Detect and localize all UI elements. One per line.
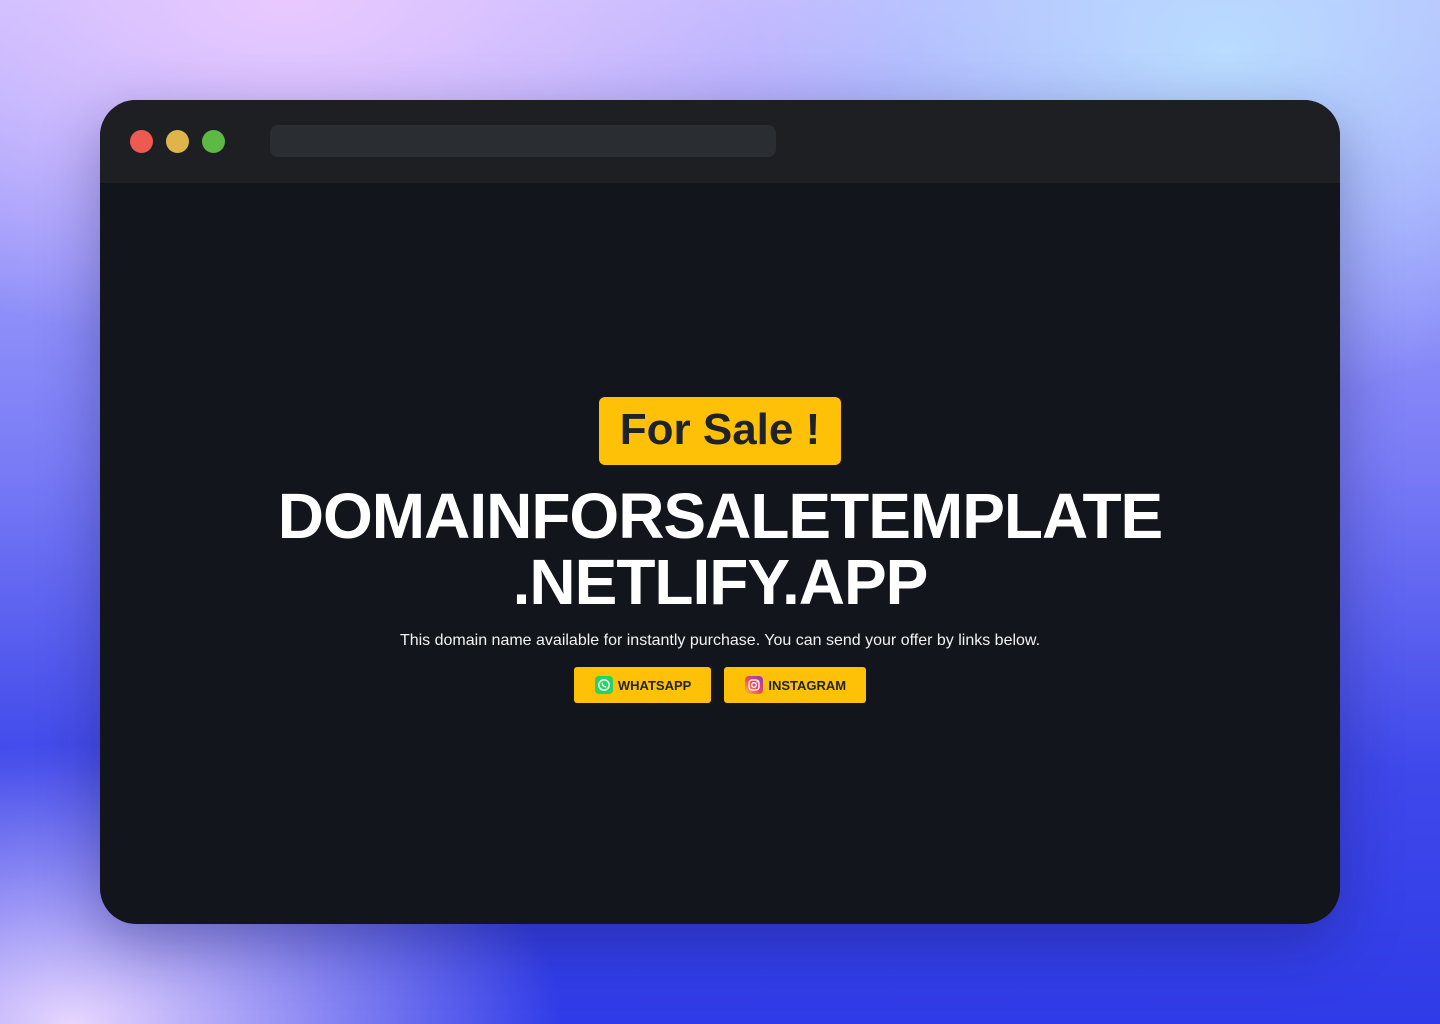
description-text: This domain name available for instantly… [399,632,1041,649]
domain-title: DOMAINFORSALETEMPLATE .NETLIFY.APP [277,480,1163,618]
domain-title-line1: DOMAINFORSALETEMPLATE [277,480,1163,552]
page-content: For Sale ! DOMAINFORSALETEMPLATE .NETLIF… [100,183,1340,924]
maximize-window-button[interactable] [202,130,225,153]
domain-title-line2: .NETLIFY.APP [512,546,929,618]
minimize-window-button[interactable] [166,130,189,153]
instagram-button[interactable]: INSTAGRAM [724,667,867,703]
browser-window: For Sale ! DOMAINFORSALETEMPLATE .NETLIF… [100,100,1340,924]
close-window-button[interactable] [130,130,153,153]
for-sale-badge: For Sale ! [598,397,842,465]
instagram-icon [745,676,764,694]
address-bar[interactable] [270,125,776,157]
whatsapp-icon [594,676,613,694]
contact-buttons: WHATSAPP INSTAGRAM [573,667,867,703]
window-titlebar [100,100,1340,183]
whatsapp-button[interactable]: WHATSAPP [573,667,712,703]
whatsapp-button-label: WHATSAPP [617,677,692,693]
instagram-button-label: INSTAGRAM [768,677,847,693]
